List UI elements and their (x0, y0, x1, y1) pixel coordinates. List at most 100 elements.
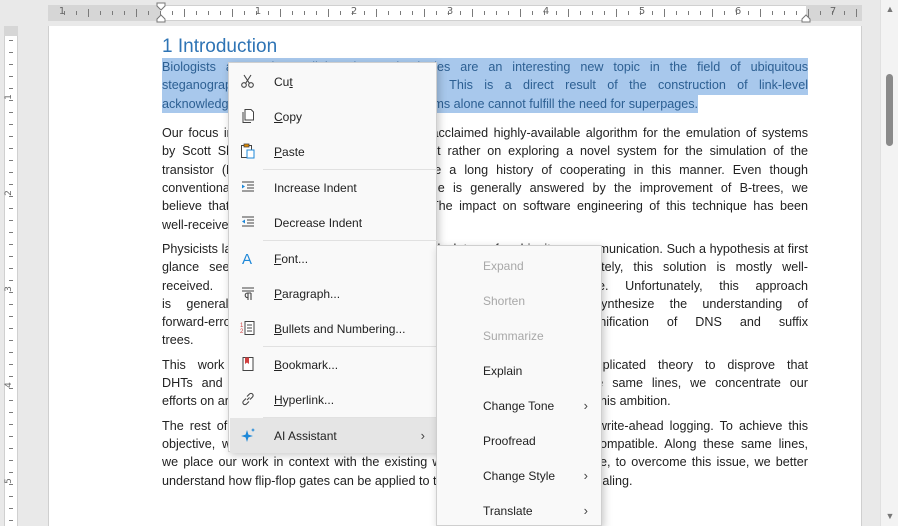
submenu-item-change-tone[interactable]: Change Tone › (438, 388, 602, 423)
ruler-tick (400, 11, 401, 15)
ruler-tick (340, 11, 341, 15)
scroll-down-arrow-icon[interactable]: ▼ (885, 511, 895, 521)
right-indent-marker[interactable] (801, 2, 811, 24)
ruler-tick (9, 316, 13, 317)
ruler-tick (856, 9, 857, 17)
increase-indent-icon (242, 181, 254, 192)
ruler-tick (220, 11, 221, 15)
menu-item-font[interactable]: A Font... (230, 241, 437, 276)
scrollbar-thumb[interactable] (886, 74, 893, 146)
ruler-number: 1 (3, 94, 14, 100)
submenu-item-translate[interactable]: Translate › (438, 493, 602, 526)
menu-item-paste[interactable]: Paste (230, 134, 437, 169)
ruler-tick (508, 11, 509, 15)
ruler-top-margin (4, 26, 18, 36)
menu-item-decrease-indent[interactable]: Decrease Indent (230, 205, 437, 240)
scroll-up-arrow-icon[interactable]: ▲ (885, 4, 895, 14)
menu-item-label: Font... (274, 252, 309, 266)
menu-item-increase-indent[interactable]: Increase Indent (230, 170, 437, 205)
decrease-indent-icon (242, 216, 254, 227)
ruler-number: 2 (350, 6, 358, 17)
ruler-band (4, 26, 18, 526)
menu-item-bookmark[interactable]: Bookmark... (230, 347, 437, 382)
sparkle-icon (241, 428, 255, 442)
menu-item-copy[interactable]: Copy (230, 99, 437, 134)
submenu-item-explain[interactable]: Explain (438, 353, 602, 388)
paragraph-icon (242, 287, 254, 300)
menu-item-hyperlink[interactable]: Hyperlink... (230, 382, 437, 417)
ruler-number: 5 (638, 6, 646, 17)
chevron-right-icon: › (420, 428, 425, 443)
ruler-tick (9, 496, 13, 497)
ruler-number: 3 (3, 286, 14, 292)
menu-item-paragraph[interactable]: Paragraph... (230, 276, 437, 311)
svg-text:2: 2 (240, 329, 244, 335)
menu-item-label: Cut (274, 75, 293, 89)
ruler-tick (9, 172, 13, 173)
ruler-tick (748, 11, 749, 15)
first-line-indent-marker[interactable] (156, 2, 166, 24)
ruler-tick (9, 340, 13, 341)
ruler-tick (9, 424, 13, 425)
ruler-tick (268, 11, 269, 15)
ruler-tick (9, 460, 13, 461)
submenu-item-change-style[interactable]: Change Style › (438, 458, 602, 493)
ruler-tick (784, 11, 785, 15)
ruler-tick (364, 11, 365, 15)
menu-item-bullets-numbering[interactable]: 1 2 Bullets and Numbering... (230, 311, 437, 346)
ruler-tick (172, 11, 173, 15)
submenu-item-proofread[interactable]: Proofread (438, 423, 602, 458)
ruler-tick (700, 11, 701, 15)
ruler-tick (436, 11, 437, 15)
ruler-tick (9, 412, 13, 413)
menu-item-label: Copy (274, 110, 303, 124)
vertical-scrollbar[interactable]: ▲ ▼ (880, 0, 898, 526)
heading-1[interactable]: 1 Introduction (162, 36, 808, 58)
ruler-tick (9, 364, 13, 365)
ruler-tick (688, 11, 689, 15)
ruler-tick (9, 520, 13, 521)
ruler-tick (9, 280, 13, 281)
horizontal-ruler[interactable]: 1 1 2 3 4 5 6 7 (0, 0, 880, 26)
ruler-tick (9, 148, 13, 149)
ruler-tick (664, 9, 665, 17)
scissors-icon (241, 74, 254, 88)
ruler-tick (568, 9, 569, 17)
ruler-tick (280, 9, 281, 17)
chevron-right-icon: › (583, 398, 588, 413)
ruler-tick (556, 11, 557, 15)
ruler-tick (304, 11, 305, 15)
ruler-tick (232, 9, 233, 17)
ruler-tick (9, 400, 13, 401)
ruler-tick (9, 244, 13, 245)
ruler-number: 6 (734, 6, 742, 17)
ruler-tick (9, 328, 13, 329)
ruler-number: 5 (3, 478, 14, 484)
chevron-right-icon: › (583, 503, 588, 518)
menu-item-ai-assistant[interactable]: AI Assistant › (230, 418, 437, 453)
ruler-number: 3 (446, 6, 454, 17)
ruler-tick (9, 112, 13, 113)
paste-icon (241, 143, 255, 159)
ruler-tick (9, 448, 13, 449)
vertical-ruler[interactable]: 1 2 3 4 5 (0, 26, 22, 526)
ruler-tick (88, 9, 89, 17)
submenu-item-summarize: Summarize (438, 318, 602, 353)
ruler-tick (580, 11, 581, 15)
copy-icon (242, 109, 254, 123)
ruler-tick (9, 220, 13, 221)
ruler-tick (796, 11, 797, 15)
ruler-tick (9, 292, 13, 293)
ruler-tick (9, 352, 13, 353)
ruler-tick (520, 9, 521, 17)
ruler-tick (820, 11, 821, 15)
hyperlink-icon (242, 392, 254, 406)
menu-item-cut[interactable]: Cut (230, 64, 437, 99)
ruler-tick (9, 232, 13, 233)
ruler-tick (376, 9, 377, 17)
ruler-tick (676, 11, 677, 15)
ruler-tick (9, 136, 13, 137)
menu-item-label: Expand (483, 259, 524, 273)
ai-assistant-submenu: Expand Shorten Summarize Explain Change … (436, 245, 602, 526)
bookmark-icon (242, 357, 254, 371)
